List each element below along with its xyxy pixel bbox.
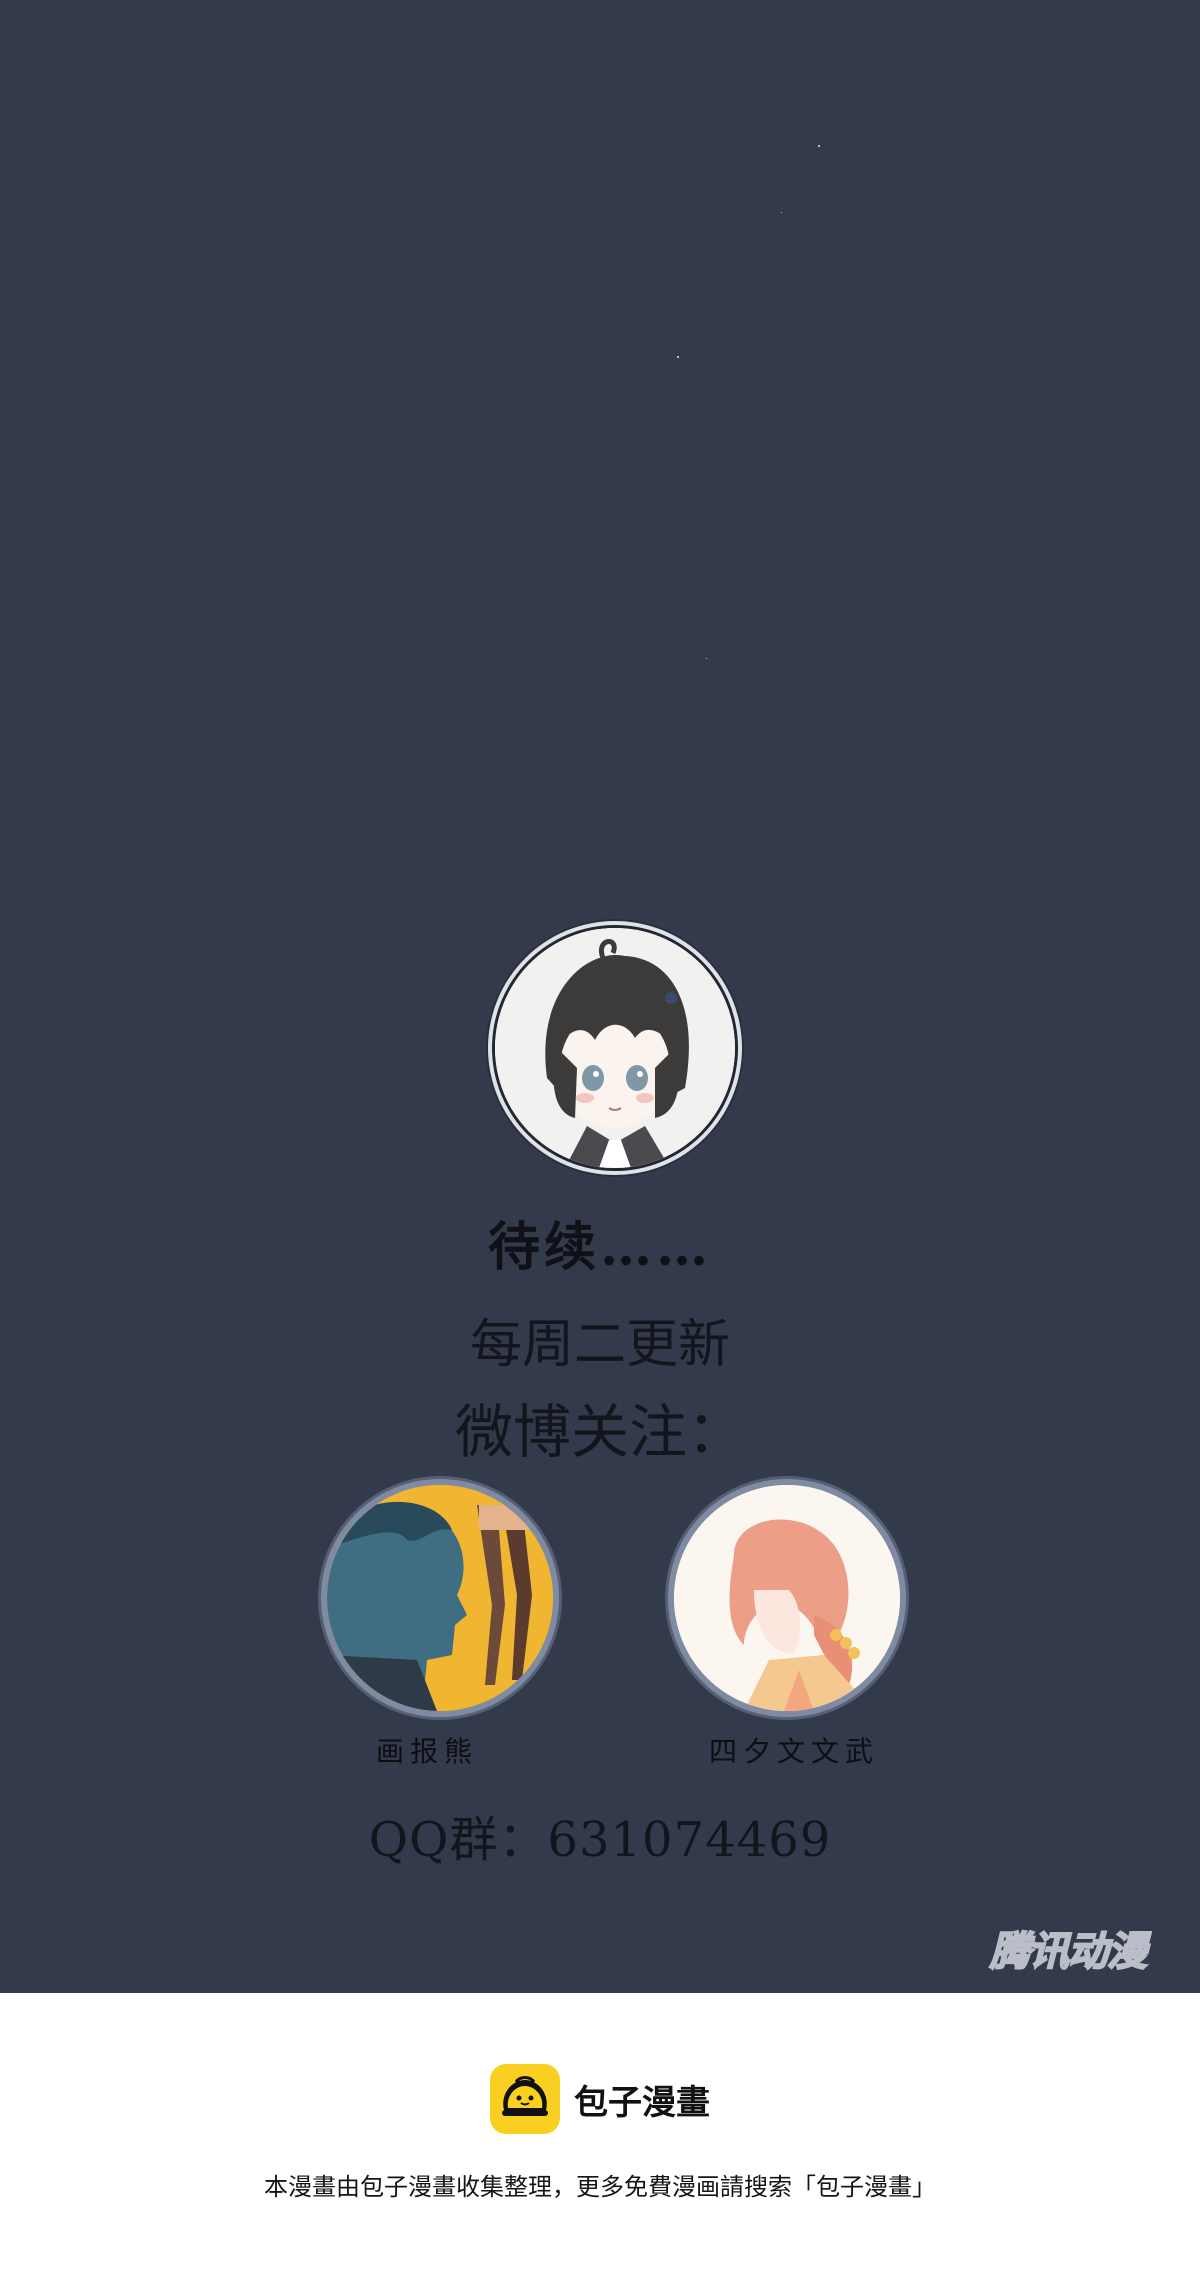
girl-portrait-avatar — [495, 928, 735, 1168]
tencent-comic-watermark: 腾讯动漫 — [989, 1928, 1148, 1976]
bun-logo-icon — [490, 2064, 560, 2134]
girl-portrait-icon — [495, 928, 735, 1168]
qq-group-text: QQ群：631074469 — [368, 1812, 832, 1868]
weibo-follow-heading: 微博关注： — [454, 1398, 745, 1466]
author-name-left: 画报熊 — [375, 1735, 478, 1768]
brand-name: 包子漫畫 — [574, 2082, 710, 2123]
author-avatar-pink-haired-girl-icon — [674, 1485, 900, 1711]
author-avatar-dark-haired-boy-icon — [327, 1485, 553, 1711]
star-dot — [706, 658, 707, 659]
author-name-right: 四夕文文武 — [708, 1735, 879, 1768]
to-be-continued-text: 待续…… — [487, 1217, 712, 1278]
author-avatar-right[interactable] — [674, 1485, 900, 1711]
star-dot — [818, 145, 820, 147]
star-dot — [677, 356, 679, 358]
update-schedule-text: 每周二更新 — [469, 1315, 730, 1375]
author-avatar-left[interactable] — [327, 1485, 553, 1711]
brand-row: 包子漫畫 — [0, 2064, 1200, 2134]
star-dot — [781, 212, 782, 213]
footer-note: 本漫畫由包子漫畫收集整理，更多免費漫画請搜索「包子漫畫」 — [264, 2173, 936, 2201]
comic-end-panel: 待续…… 每周二更新 微博关注： 画报熊 四夕文文武 QQ群：631074469… — [0, 0, 1200, 1993]
